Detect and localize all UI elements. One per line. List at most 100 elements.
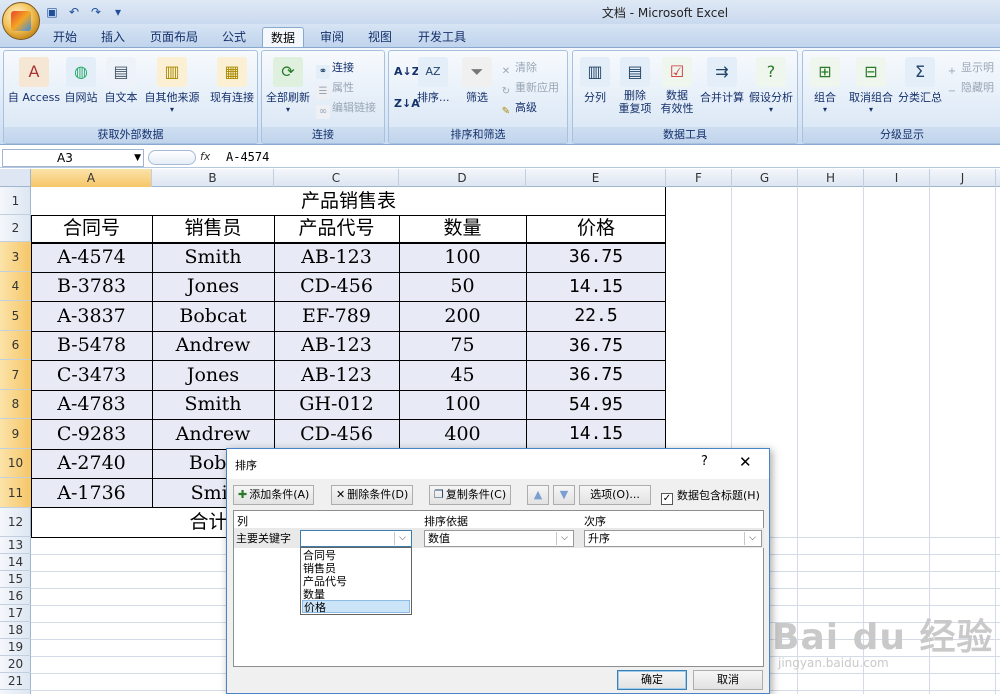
cell-salesperson[interactable]: Bobcat — [152, 301, 274, 331]
cell-contract-no[interactable]: A-2740 — [31, 449, 152, 478]
col-header-h[interactable]: H — [798, 169, 864, 187]
data-validation-button[interactable]: ☑ 数据 有效性 — [657, 57, 697, 115]
cell-price[interactable]: 36.75 — [526, 242, 666, 272]
sort-on-combo[interactable]: 数值 ⌵ — [424, 530, 574, 547]
cell-quantity[interactable]: 100 — [399, 242, 526, 272]
connections-button[interactable]: ⚭ 连接 — [316, 59, 354, 79]
delete-condition-button[interactable]: ✕ 删除条件(D) — [331, 485, 414, 505]
cell-price[interactable]: 54.95 — [526, 390, 666, 419]
cell-contract-no[interactable]: C-3473 — [31, 360, 152, 390]
cell-contract-no[interactable]: C-9283 — [31, 419, 152, 449]
cell-contract-no[interactable]: A-1736 — [31, 478, 152, 508]
group-button[interactable]: ⊞ 组合 ▾ — [807, 57, 843, 114]
row-header-8[interactable]: 8 — [0, 390, 31, 419]
header-contract-no[interactable]: 合同号 — [31, 215, 152, 242]
select-all-corner[interactable] — [0, 169, 31, 187]
dropdown-option-price[interactable]: 价格 — [302, 600, 410, 614]
tab-data[interactable]: 数据 — [262, 27, 304, 48]
cell-product-code[interactable]: EF-789 — [274, 301, 399, 331]
row-header-3[interactable]: 3 — [0, 242, 31, 272]
tab-view[interactable]: 视图 — [360, 27, 400, 48]
subtotal-button[interactable]: Σ 分类汇总 — [897, 57, 943, 105]
refresh-all-button[interactable]: ⟳ 全部刷新 ▾ — [265, 57, 311, 114]
cell-salesperson[interactable]: Andrew — [152, 331, 274, 360]
tab-review[interactable]: 审阅 — [312, 27, 352, 48]
chevron-down-icon[interactable]: ⌵ — [744, 532, 760, 545]
row-header-14[interactable]: 14 — [0, 554, 31, 571]
cell-price[interactable]: 22.5 — [526, 301, 666, 331]
col-header-a[interactable]: A — [31, 169, 152, 187]
row-header-5[interactable]: 5 — [0, 301, 31, 331]
cell-salesperson[interactable]: Smith — [152, 390, 274, 419]
cell-salesperson[interactable]: Jones — [152, 272, 274, 301]
cell-price[interactable]: 14.15 — [526, 272, 666, 301]
office-button[interactable] — [2, 2, 40, 40]
ungroup-button[interactable]: ⊟ 取消组合 ▾ — [847, 57, 895, 114]
dropdown-option-product-code[interactable]: 产品代号 — [302, 575, 410, 588]
checkbox-checked-icon[interactable]: ✓ — [661, 493, 673, 505]
dropdown-option-contract-no[interactable]: 合同号 — [302, 549, 410, 562]
order-combo[interactable]: 升序 ⌵ — [584, 530, 762, 547]
row-header-20[interactable]: 20 — [0, 656, 31, 673]
cell-product-code[interactable]: GH-012 — [274, 390, 399, 419]
sheet-title[interactable]: 产品销售表 — [31, 187, 666, 215]
help-icon[interactable]: ? — [701, 454, 708, 469]
header-salesperson[interactable]: 销售员 — [152, 215, 274, 242]
copy-condition-button[interactable]: ❐ 复制条件(C) — [429, 485, 512, 505]
col-header-g[interactable]: G — [732, 169, 798, 187]
remove-duplicates-button[interactable]: ▤ 删除 重复项 — [615, 57, 655, 115]
tab-home[interactable]: 开始 — [44, 27, 86, 48]
fx-icon[interactable]: fx — [200, 150, 210, 163]
chevron-down-icon[interactable]: ⌵ — [394, 532, 410, 545]
cell-salesperson[interactable]: Jones — [152, 360, 274, 390]
options-button[interactable]: 选项(O)... — [579, 485, 651, 505]
tab-page-layout[interactable]: 页面布局 — [146, 27, 202, 48]
cell-product-code[interactable]: CD-456 — [274, 419, 399, 449]
cell-product-code[interactable]: AB-123 — [274, 360, 399, 390]
cell-salesperson[interactable]: Smith — [152, 242, 274, 272]
cell-contract-no[interactable]: A-4574 — [31, 242, 152, 272]
cell-contract-no[interactable]: B-5478 — [31, 331, 152, 360]
close-icon[interactable]: ✕ — [739, 453, 752, 471]
cell-quantity[interactable]: 75 — [399, 331, 526, 360]
row-header-7[interactable]: 7 — [0, 360, 31, 390]
text-to-columns-button[interactable]: ▥ 分列 — [577, 57, 613, 105]
tab-insert[interactable]: 插入 — [92, 27, 134, 48]
col-header-c[interactable]: C — [274, 169, 399, 187]
row-header-2[interactable]: 2 — [0, 215, 31, 242]
chevron-down-icon[interactable]: ▼ — [134, 150, 141, 166]
row-header-18[interactable]: 18 — [0, 622, 31, 639]
col-header-i[interactable]: I — [864, 169, 930, 187]
cell-quantity[interactable]: 50 — [399, 272, 526, 301]
cell-contract-no[interactable]: B-3783 — [31, 272, 152, 301]
formula-input[interactable]: A-4574 — [226, 150, 269, 164]
ok-button[interactable]: 确定 — [617, 670, 687, 690]
cell-quantity[interactable]: 200 — [399, 301, 526, 331]
row-header-12[interactable]: 12 — [0, 508, 31, 537]
cell-contract-no[interactable]: A-3837 — [31, 301, 152, 331]
move-down-icon[interactable]: ▼ — [553, 485, 575, 505]
cell-quantity[interactable]: 100 — [399, 390, 526, 419]
col-header-b[interactable]: B — [152, 169, 274, 187]
row-header-19[interactable]: 19 — [0, 639, 31, 656]
row-header-9[interactable]: 9 — [0, 419, 31, 449]
cell-quantity[interactable]: 45 — [399, 360, 526, 390]
name-box[interactable]: A3 ▼ — [2, 149, 144, 167]
row-header-1[interactable]: 1 — [0, 187, 31, 215]
cancel-button[interactable]: 取消 — [693, 670, 763, 690]
filter-button[interactable]: ⏷ 筛选 — [459, 57, 495, 105]
row-header-13[interactable]: 13 — [0, 537, 31, 554]
row-header-4[interactable]: 4 — [0, 272, 31, 301]
header-price[interactable]: 价格 — [526, 215, 666, 242]
cell-product-code[interactable]: CD-456 — [274, 272, 399, 301]
cell-price[interactable]: 36.75 — [526, 331, 666, 360]
row-header-16[interactable]: 16 — [0, 588, 31, 605]
from-web-button[interactable]: ◍ 自网站 — [62, 57, 100, 105]
cell-price[interactable]: 36.75 — [526, 360, 666, 390]
row-header-10[interactable]: 10 — [0, 449, 31, 478]
cell-product-code[interactable]: AB-123 — [274, 331, 399, 360]
row-header-15[interactable]: 15 — [0, 571, 31, 588]
tab-formulas[interactable]: 公式 — [214, 27, 254, 48]
move-up-icon[interactable]: ▲ — [527, 485, 549, 505]
from-access-button[interactable]: A自 Access — [7, 57, 61, 105]
